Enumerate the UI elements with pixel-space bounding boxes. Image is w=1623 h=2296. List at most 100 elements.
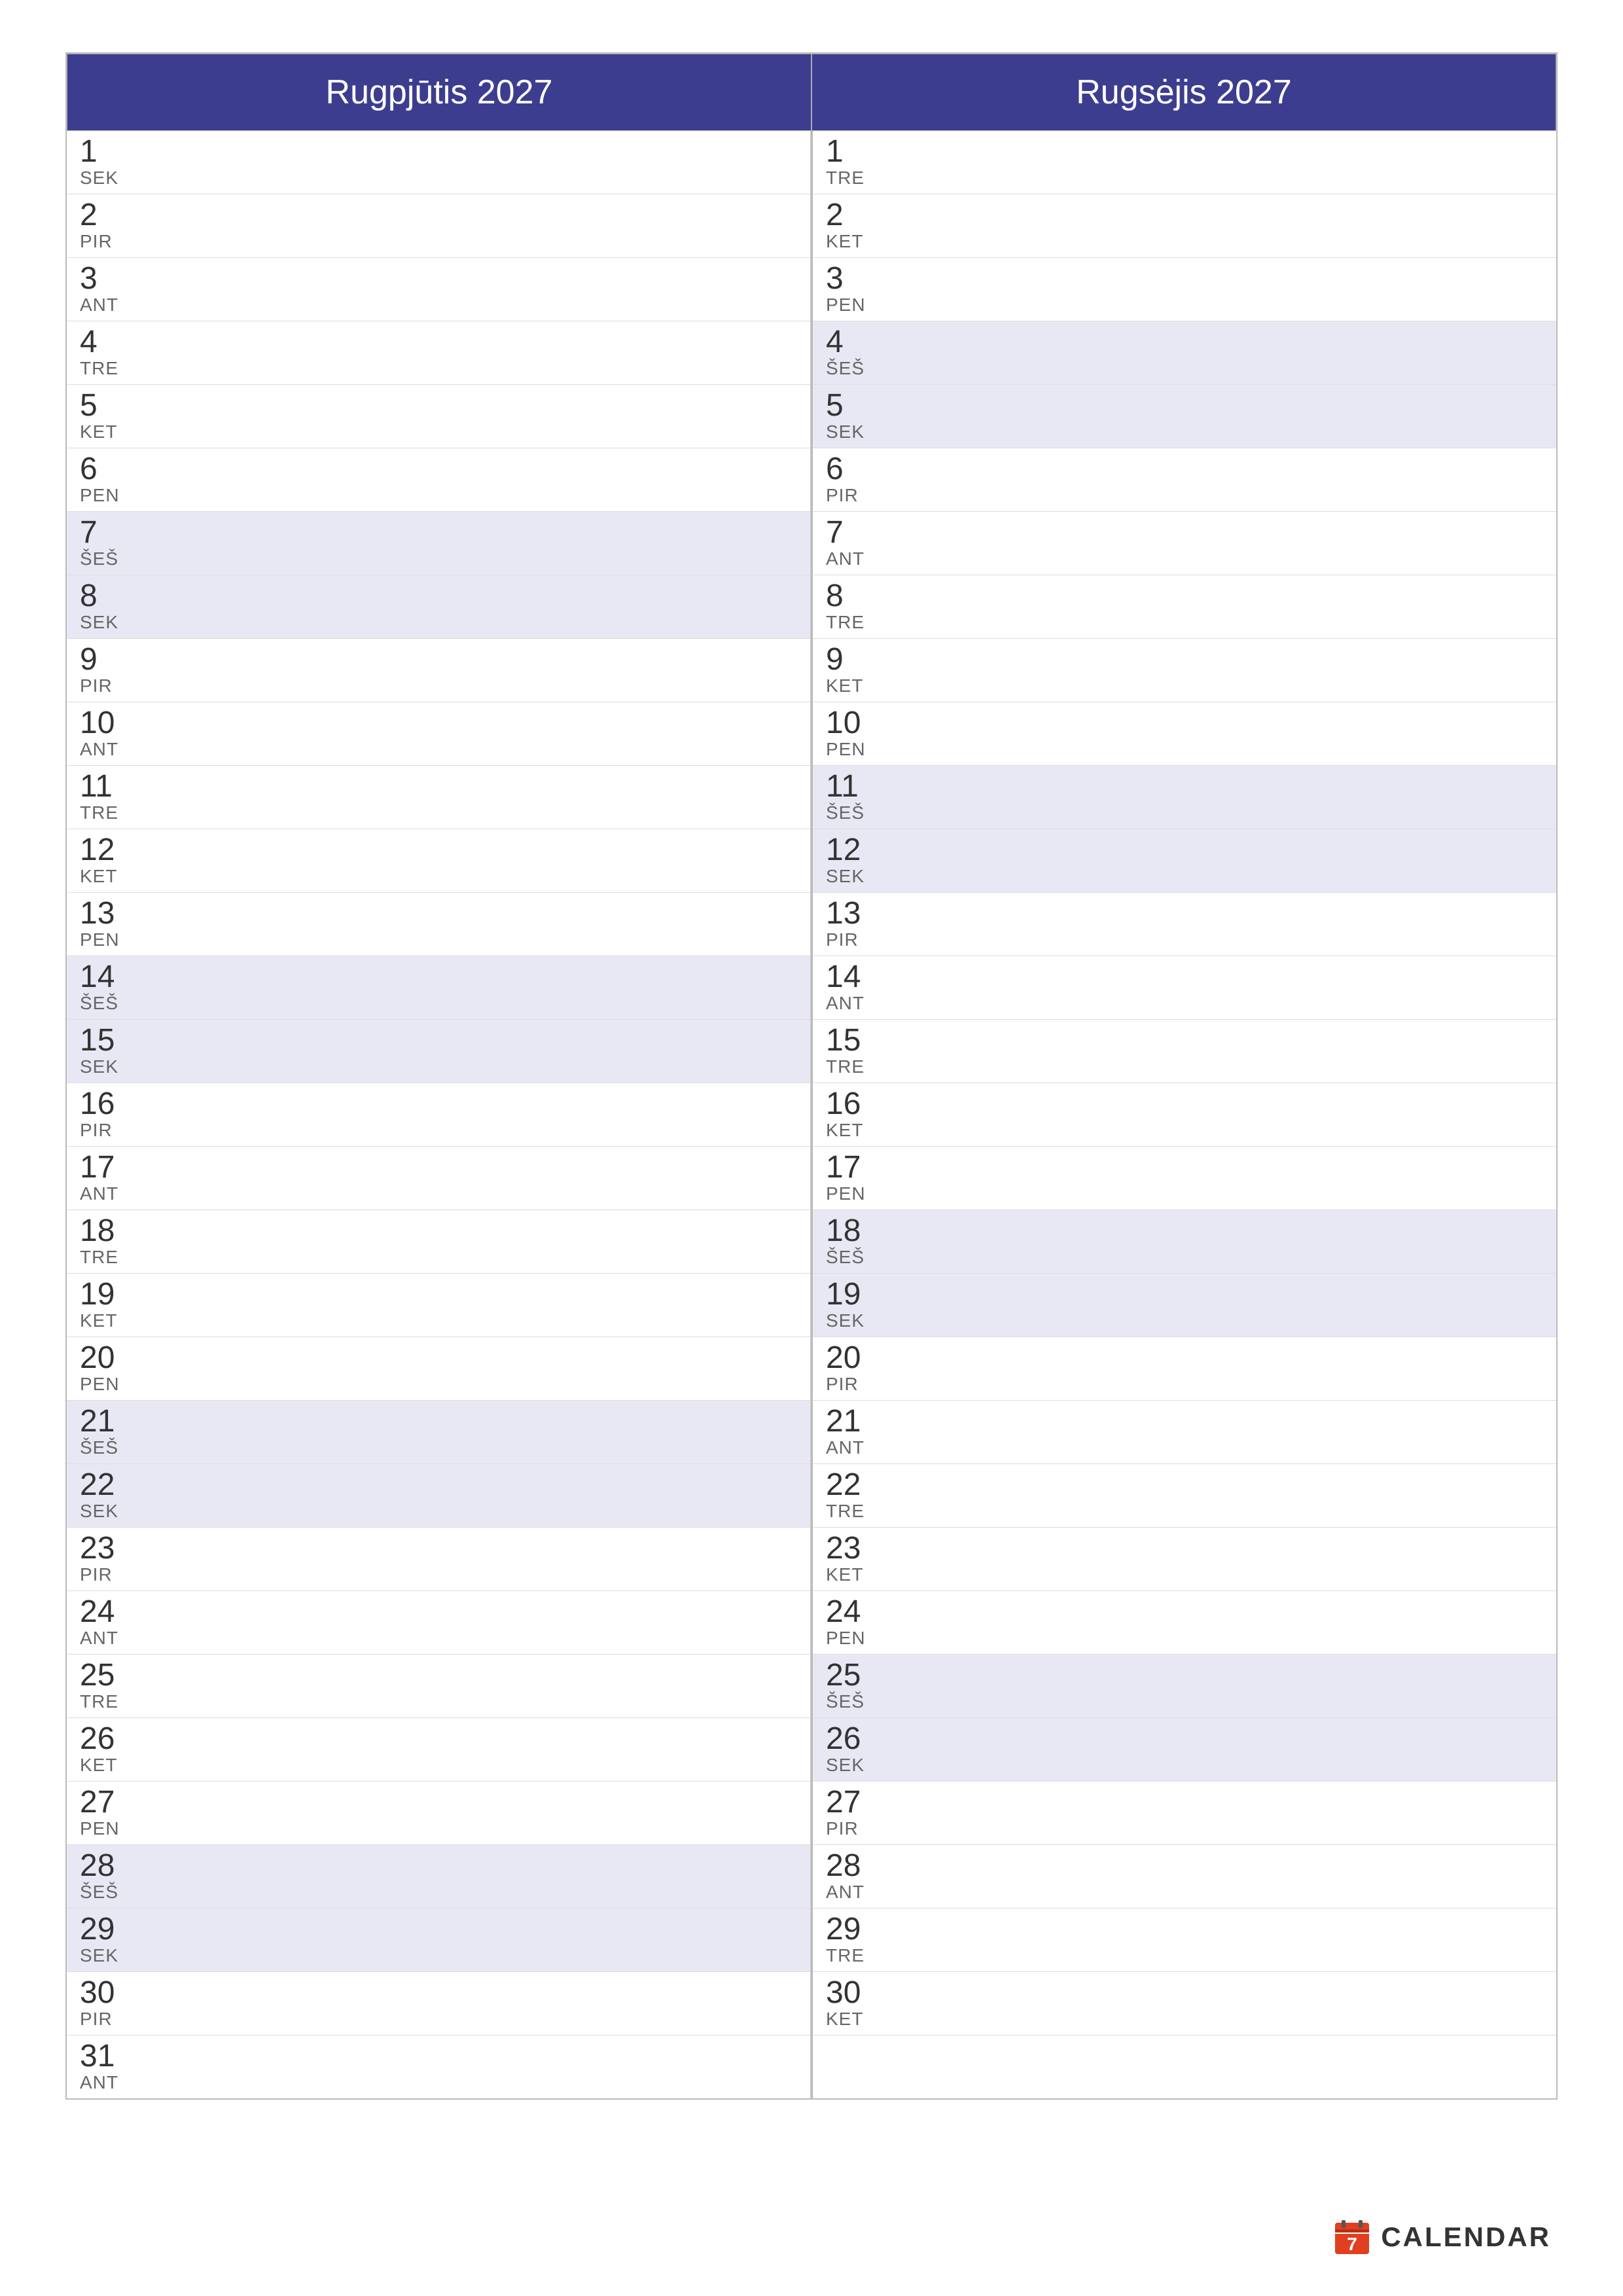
day-info: 14 ANT (826, 961, 878, 1014)
day-name: PEN (826, 1628, 878, 1649)
september-column: 1 TRE 2 KET 3 PEN 4 ŠEŠ 5 SEK (813, 131, 1556, 2098)
calendar-container: Rugpjūtis 2027 Rugsėjis 2027 1 SEK 2 PIR… (65, 52, 1558, 2100)
day-info: 8 SEK (80, 581, 132, 633)
day-info: 30 PIR (80, 1977, 132, 2030)
day-info: 12 KET (80, 834, 132, 887)
day-name: PIR (80, 231, 132, 252)
day-row: 29 SEK (67, 1909, 810, 1972)
day-row: 6 PEN (67, 448, 810, 512)
day-row: 15 SEK (67, 1020, 810, 1083)
day-row: 8 SEK (67, 575, 810, 639)
day-row-empty (813, 2036, 1556, 2093)
day-number: 17 (80, 1152, 132, 1183)
day-info: 21 ANT (826, 1406, 878, 1458)
day-name: SEK (826, 866, 878, 887)
day-name: ANT (826, 1437, 878, 1458)
day-row: 1 SEK (67, 131, 810, 194)
day-row: 14 ANT (813, 956, 1556, 1020)
day-row: 10 PEN (813, 702, 1556, 766)
day-number: 4 (80, 327, 132, 358)
day-number: 28 (80, 1850, 132, 1882)
day-name: ŠEŠ (80, 1882, 132, 1903)
day-row: 2 PIR (67, 194, 810, 258)
day-info: 28 ŠEŠ (80, 1850, 132, 1903)
day-name: PIR (80, 1120, 132, 1141)
day-name: KET (826, 675, 878, 696)
day-name: PIR (826, 1374, 878, 1395)
day-number: 6 (80, 454, 132, 485)
day-number: 27 (80, 1787, 132, 1818)
page: Rugpjūtis 2027 Rugsėjis 2027 1 SEK 2 PIR… (0, 0, 1623, 2296)
day-row: 19 KET (67, 1274, 810, 1337)
day-name: PIR (826, 929, 878, 950)
day-name: PEN (826, 295, 878, 315)
day-info: 3 ANT (80, 263, 132, 315)
day-info: 19 SEK (826, 1279, 878, 1331)
day-name: ANT (826, 1882, 878, 1903)
day-number: 3 (80, 263, 132, 295)
day-name: KET (826, 1564, 878, 1585)
day-row: 27 PEN (67, 1782, 810, 1845)
day-name: PEN (826, 1183, 878, 1204)
day-row: 18 TRE (67, 1210, 810, 1274)
day-info: 22 SEK (80, 1469, 132, 1522)
day-name: ANT (80, 2072, 132, 2093)
day-row: 19 SEK (813, 1274, 1556, 1337)
day-info: 10 ANT (80, 708, 132, 760)
day-info: 23 KET (826, 1533, 878, 1585)
day-name: SEK (80, 168, 132, 188)
day-name: TRE (80, 1691, 132, 1712)
day-info: 27 PEN (80, 1787, 132, 1839)
day-info: 24 PEN (826, 1596, 878, 1649)
day-name: KET (80, 866, 132, 887)
day-number: 13 (826, 898, 878, 929)
day-row: 16 KET (813, 1083, 1556, 1147)
day-number: 20 (80, 1342, 132, 1374)
day-name: KET (80, 1310, 132, 1331)
day-info: 16 KET (826, 1088, 878, 1141)
day-row: 4 TRE (67, 321, 810, 385)
day-number: 16 (826, 1088, 878, 1120)
day-number: 8 (826, 581, 878, 612)
day-number: 9 (80, 644, 132, 675)
day-info: 29 SEK (80, 1914, 132, 1966)
day-row: 28 ŠEŠ (67, 1845, 810, 1909)
day-number: 1 (826, 136, 878, 168)
day-name: ANT (80, 739, 132, 760)
day-name: ŠEŠ (80, 993, 132, 1014)
day-info: 9 PIR (80, 644, 132, 696)
day-info: 20 PEN (80, 1342, 132, 1395)
day-row: 8 TRE (813, 575, 1556, 639)
day-name: PEN (80, 929, 132, 950)
day-info: 11 ŠEŠ (826, 771, 878, 823)
days-container: 1 SEK 2 PIR 3 ANT 4 TRE 5 KET 6 PEN 7 ŠE… (67, 131, 1556, 2098)
day-row: 22 SEK (67, 1464, 810, 1528)
day-name: TRE (826, 612, 878, 633)
day-number: 26 (80, 1723, 132, 1755)
day-info: 20 PIR (826, 1342, 878, 1395)
day-name: TRE (826, 1945, 878, 1966)
day-number: 16 (80, 1088, 132, 1120)
day-info: 28 ANT (826, 1850, 878, 1903)
day-name: ŠEŠ (826, 1247, 878, 1268)
day-info: 5 KET (80, 390, 132, 442)
day-number: 28 (826, 1850, 878, 1882)
day-number: 14 (80, 961, 132, 993)
day-name: TRE (80, 802, 132, 823)
day-info: 10 PEN (826, 708, 878, 760)
day-row: 29 TRE (813, 1909, 1556, 1972)
day-number: 30 (80, 1977, 132, 2009)
day-info: 2 PIR (80, 200, 132, 252)
day-number: 20 (826, 1342, 878, 1374)
day-name: ŠEŠ (826, 1691, 878, 1712)
day-info: 21 ŠEŠ (80, 1406, 132, 1458)
day-info: 5 SEK (826, 390, 878, 442)
day-number: 21 (80, 1406, 132, 1437)
day-name: PEN (80, 1374, 132, 1395)
day-number: 31 (80, 2041, 132, 2072)
day-row: 12 KET (67, 829, 810, 893)
day-info: 24 ANT (80, 1596, 132, 1649)
day-number: 11 (80, 771, 132, 802)
day-info: 8 TRE (826, 581, 878, 633)
day-row: 30 PIR (67, 1972, 810, 2036)
